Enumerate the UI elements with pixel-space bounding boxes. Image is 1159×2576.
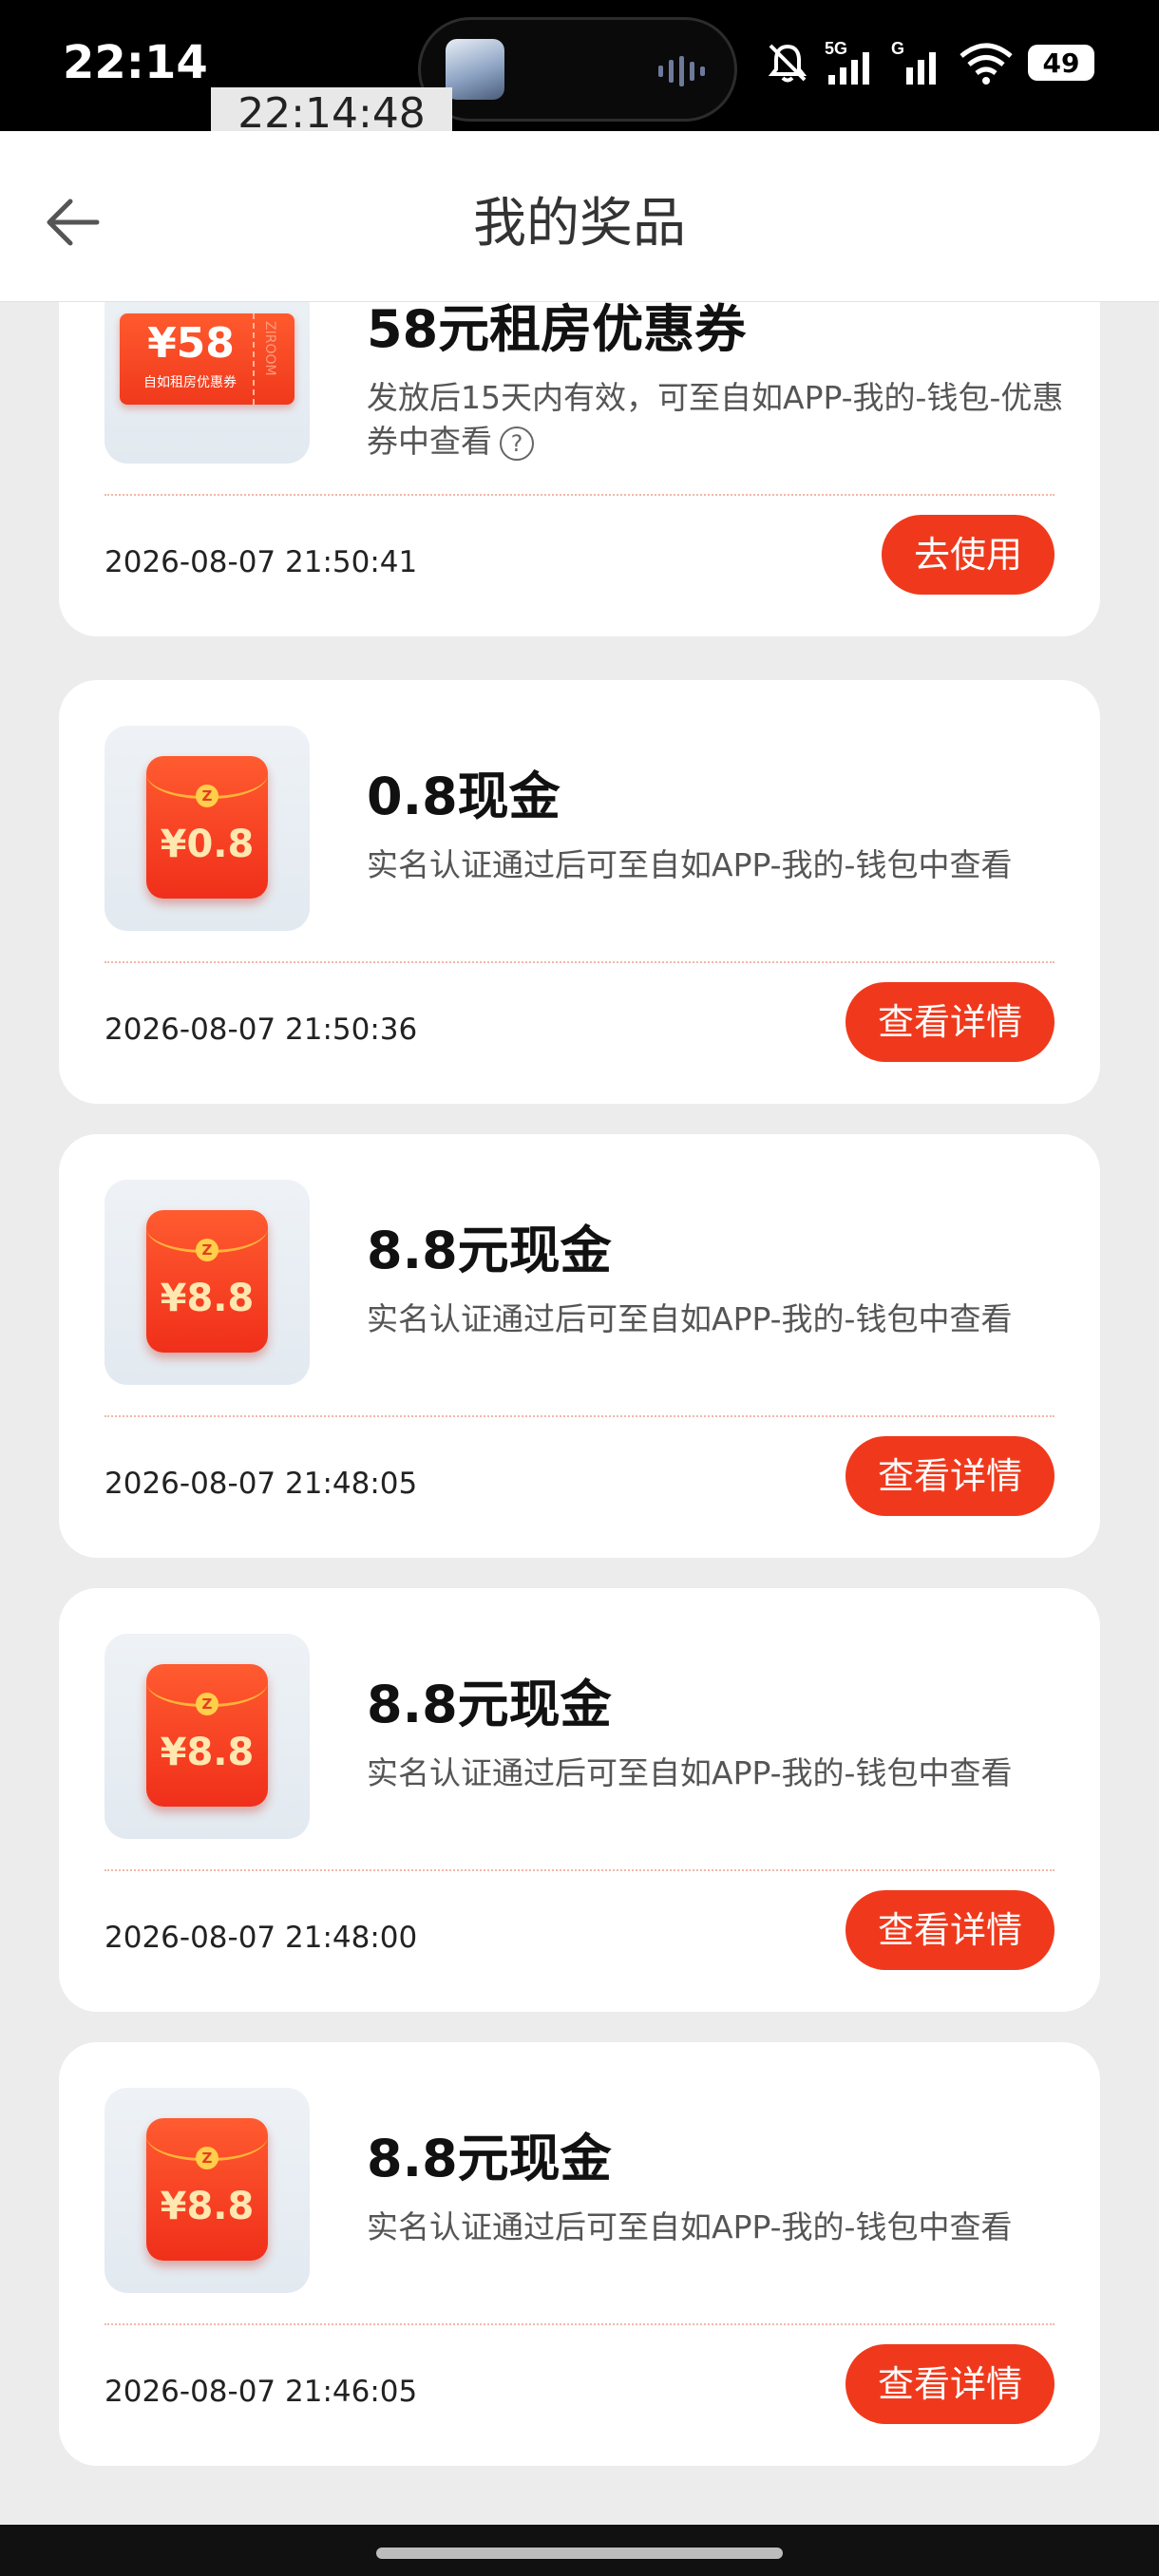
- prize-list[interactable]: ¥58 自如租房优惠券 ZIROOM 58元租房优惠券 发放后15天内有效，可至…: [0, 302, 1159, 2525]
- prize-timestamp: 2026-08-07 21:48:00: [104, 1921, 418, 1955]
- status-icons: 5G G 49: [764, 34, 1094, 91]
- coupon-stub: ZIROOM: [253, 313, 294, 405]
- prize-card: ¥58 自如租房优惠券 ZIROOM 58元租房优惠券 发放后15天内有效，可至…: [59, 302, 1100, 636]
- red-envelope-icon: Z ¥8.8: [146, 1664, 268, 1807]
- prize-description: 实名认证通过后可至自如APP-我的-钱包中查看: [367, 846, 1013, 883]
- prize-timestamp: 2026-08-07 21:50:41: [104, 545, 418, 579]
- prize-thumbnail: Z ¥8.8: [104, 1180, 310, 1385]
- coupon-subtitle: 自如租房优惠券: [143, 375, 237, 390]
- prize-description: 发放后15天内有效，可至自如APP-我的-钱包-优惠券中查看?: [367, 376, 1070, 464]
- coupon-stub-text: ZIROOM: [262, 321, 277, 376]
- prize-title: 8.8元现金: [367, 2129, 612, 2188]
- divider: [104, 494, 1054, 496]
- view-details-button[interactable]: 查看详情: [845, 1890, 1054, 1970]
- question-circle-icon[interactable]: ?: [500, 426, 534, 461]
- envelope-coin: Z: [196, 2147, 218, 2169]
- prize-timestamp: 2026-08-07 21:50:36: [104, 1013, 418, 1047]
- status-bar: 22:14 5G G 49: [0, 0, 1159, 131]
- bell-off-icon: [768, 44, 808, 83]
- envelope-coin: Z: [196, 1693, 218, 1715]
- divider: [104, 1415, 1054, 1417]
- use-button[interactable]: 去使用: [881, 515, 1054, 595]
- coupon-amount: ¥58: [147, 319, 235, 368]
- prize-description: 实名认证通过后可至自如APP-我的-钱包中查看: [367, 1754, 1013, 1791]
- prize-timestamp: 2026-08-07 21:46:05: [104, 2375, 418, 2409]
- envelope-amount: ¥8.8: [160, 1277, 255, 1320]
- prize-thumbnail: Z ¥0.8: [104, 726, 310, 931]
- wifi-icon: [960, 43, 1013, 85]
- envelope-amount: ¥0.8: [160, 823, 255, 866]
- prize-thumbnail: ¥58 自如租房优惠券 ZIROOM: [104, 302, 310, 464]
- coupon-ticket-icon: ¥58 自如租房优惠券 ZIROOM: [120, 313, 294, 405]
- prize-description: 实名认证通过后可至自如APP-我的-钱包中查看: [367, 1300, 1013, 1337]
- audio-wave-icon: [658, 56, 705, 86]
- signal-icon-2: G: [891, 39, 936, 85]
- home-indicator[interactable]: [376, 2548, 783, 2559]
- envelope-coin: Z: [196, 785, 218, 807]
- prize-thumbnail: Z ¥8.8: [104, 2088, 310, 2293]
- prize-timestamp: 2026-08-07 21:48:05: [104, 1467, 418, 1501]
- dynamic-island[interactable]: [418, 17, 737, 122]
- divider: [104, 1869, 1054, 1871]
- view-details-button[interactable]: 查看详情: [845, 982, 1054, 1062]
- prize-title: 8.8元现金: [367, 1221, 612, 1280]
- envelope-amount: ¥8.8: [160, 1731, 255, 1774]
- red-envelope-icon: Z ¥0.8: [146, 756, 268, 899]
- header: 我的奖品: [0, 131, 1159, 302]
- status-time: 22:14: [63, 36, 208, 89]
- prize-title: 58元租房优惠券: [367, 302, 747, 359]
- red-envelope-icon: Z ¥8.8: [146, 2118, 268, 2261]
- divider: [104, 2323, 1054, 2325]
- prize-card: Z ¥8.8 8.8元现金 实名认证通过后可至自如APP-我的-钱包中查看 20…: [59, 1134, 1100, 1558]
- prize-title: 0.8现金: [367, 767, 560, 826]
- envelope-coin: Z: [196, 1239, 218, 1261]
- navigation-bar: [0, 2525, 1159, 2576]
- view-details-button[interactable]: 查看详情: [845, 2344, 1054, 2424]
- prize-card: Z ¥8.8 8.8元现金 实名认证通过后可至自如APP-我的-钱包中查看 20…: [59, 2042, 1100, 2466]
- prize-thumbnail: Z ¥8.8: [104, 1634, 310, 1839]
- prize-description: 实名认证通过后可至自如APP-我的-钱包中查看: [367, 2208, 1013, 2245]
- divider: [104, 961, 1054, 963]
- network-type-label: 5G: [825, 39, 847, 58]
- envelope-amount: ¥8.8: [160, 2185, 255, 2228]
- media-thumbnail: [446, 39, 504, 100]
- network-type-label-2: G: [891, 39, 904, 58]
- page-title: 我的奖品: [473, 193, 686, 255]
- red-envelope-icon: Z ¥8.8: [146, 1210, 268, 1353]
- battery-indicator: 49: [1028, 45, 1094, 81]
- prize-card: Z ¥0.8 0.8现金 实名认证通过后可至自如APP-我的-钱包中查看 202…: [59, 680, 1100, 1104]
- prize-title: 8.8元现金: [367, 1675, 612, 1734]
- prize-card: Z ¥8.8 8.8元现金 实名认证通过后可至自如APP-我的-钱包中查看 20…: [59, 1588, 1100, 2012]
- prize-description-text: 发放后15天内有效，可至自如APP-我的-钱包-优惠券中查看: [367, 379, 1064, 460]
- view-details-button[interactable]: 查看详情: [845, 1436, 1054, 1516]
- signal-icon: 5G: [825, 39, 869, 85]
